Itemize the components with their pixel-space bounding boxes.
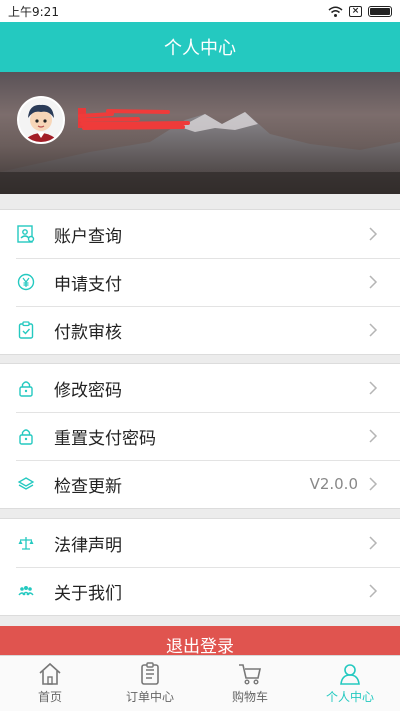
menu-item-label: 修改密码 xyxy=(54,380,122,401)
menu-item-reset-payment-password[interactable]: 重置支付密码 xyxy=(0,412,400,460)
chevron-right-icon xyxy=(369,381,378,395)
menu-item-label: 账户查询 xyxy=(54,226,122,247)
lock-icon xyxy=(16,426,36,446)
bottom-tab-bar: 首页 订单中心 购物车 个人中心 xyxy=(0,655,400,711)
redaction-scribble xyxy=(78,108,190,130)
menu-item-about-us[interactable]: 关于我们 xyxy=(0,567,400,615)
version-value: V2.0.0 xyxy=(309,475,358,493)
title-bar: 个人中心 xyxy=(0,22,400,72)
no-sim-icon: × xyxy=(349,5,362,17)
tab-label: 首页 xyxy=(37,690,62,704)
menu-item-change-password[interactable]: 修改密码 xyxy=(0,364,400,412)
battery-icon xyxy=(368,5,392,17)
menu-item-payment-review[interactable]: 付款审核 xyxy=(0,306,400,354)
tab-home[interactable]: 首页 xyxy=(0,656,100,711)
avatar[interactable] xyxy=(17,96,65,144)
tab-label: 购物车 xyxy=(231,690,268,704)
status-time: 上午9:21 xyxy=(8,4,59,19)
lock-icon xyxy=(16,378,36,398)
tab-label: 个人中心 xyxy=(325,690,374,704)
menu-item-label: 检查更新 xyxy=(54,476,122,497)
menu-item-label: 付款审核 xyxy=(54,322,122,343)
chevron-right-icon xyxy=(369,536,378,550)
profile-banner xyxy=(0,72,400,194)
menu-item-label: 重置支付密码 xyxy=(54,428,156,449)
menu-item-label: 申请支付 xyxy=(54,274,122,295)
menu-group-account: 账户查询 申请支付 付款审核 xyxy=(0,209,400,355)
username-redacted xyxy=(78,108,193,130)
menu-group-security: 修改密码 重置支付密码 检查更新 V2.0.0 xyxy=(0,363,400,509)
status-bar: 上午9:21 × xyxy=(0,0,400,22)
tab-orders[interactable]: 订单中心 xyxy=(100,656,200,711)
menu-item-account-query[interactable]: 账户查询 xyxy=(0,210,400,258)
home-icon xyxy=(39,662,61,685)
person-icon xyxy=(340,664,360,685)
chevron-right-icon xyxy=(369,584,378,598)
tab-profile[interactable]: 个人中心 xyxy=(300,656,400,711)
chevron-right-icon xyxy=(369,429,378,443)
scales-icon xyxy=(16,533,36,553)
people-icon xyxy=(16,581,36,601)
menu-item-legal-notice[interactable]: 法律声明 xyxy=(0,519,400,567)
logout-label: 退出登录 xyxy=(166,636,234,657)
chevron-right-icon xyxy=(369,323,378,337)
page-title: 个人中心 xyxy=(164,38,236,59)
cart-icon xyxy=(239,664,261,685)
menu-item-check-update[interactable]: 检查更新 V2.0.0 xyxy=(0,460,400,508)
account-query-icon xyxy=(16,224,36,244)
menu-item-label: 法律声明 xyxy=(54,535,122,556)
chevron-right-icon xyxy=(369,275,378,289)
order-icon xyxy=(141,662,159,685)
clipboard-check-icon xyxy=(16,320,36,340)
avatar-cartoon-icon xyxy=(19,98,63,142)
tab-label: 订单中心 xyxy=(125,690,174,704)
layers-icon xyxy=(16,474,36,494)
menu-group-about: 法律声明 关于我们 xyxy=(0,518,400,616)
tab-cart[interactable]: 购物车 xyxy=(200,656,300,711)
menu-item-label: 关于我们 xyxy=(54,583,122,604)
menu-item-apply-payment[interactable]: 申请支付 xyxy=(0,258,400,306)
yen-icon xyxy=(16,272,36,292)
chevron-right-icon xyxy=(369,477,378,491)
wifi-icon xyxy=(328,6,343,17)
status-icons: × xyxy=(328,5,392,17)
chevron-right-icon xyxy=(369,227,378,241)
